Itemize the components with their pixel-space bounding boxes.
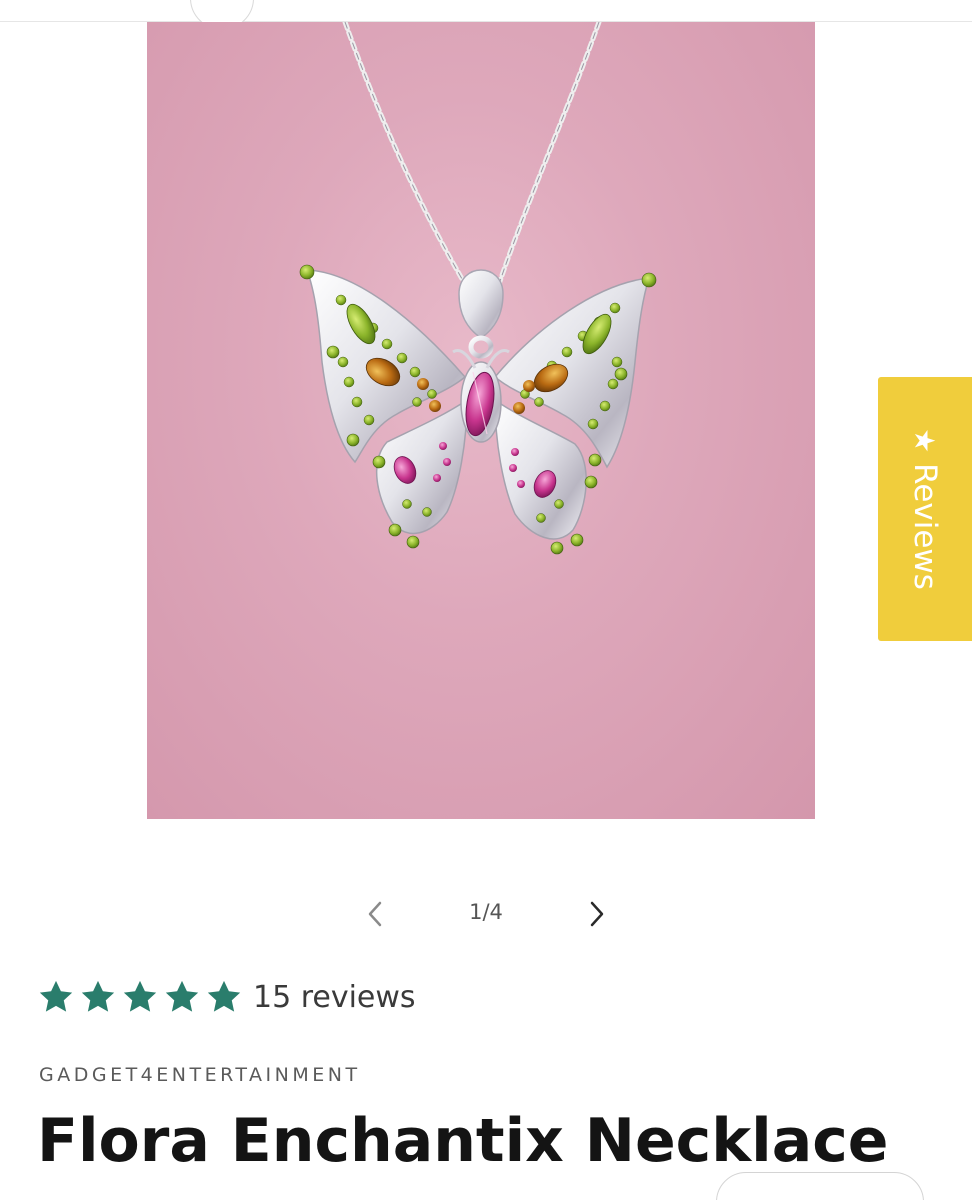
rating-stars [37,978,243,1016]
butterfly-necklace-illustration [299,22,657,555]
review-count-link[interactable]: 15 reviews [253,980,416,1015]
star-icon [207,980,241,1012]
reviews-side-tab[interactable]: ★ Reviews [878,377,972,641]
chevron-right-icon [590,901,604,927]
star-icon [81,980,115,1012]
gallery-slider-controls: 1/4 [352,889,620,939]
product-image[interactable] [147,22,815,819]
product-page: ★ Reviews 1/4 15 reviews GADGET4ENTERTAI… [0,0,972,1200]
slide-counter: 1/4 [469,900,503,924]
next-slide-button[interactable] [574,889,620,939]
product-vendor: GADGET4ENTERTAINMENT [39,1064,361,1086]
star-icon: ★ [908,428,942,454]
previous-slide-button[interactable] [352,889,398,939]
star-icon [39,980,73,1012]
star-icon [123,980,157,1012]
chevron-left-icon [368,901,382,927]
floating-pill-button[interactable] [716,1172,924,1200]
reviews-tab-label: Reviews [907,463,943,590]
star-icon [165,980,199,1012]
product-title: Flora Enchantix Necklace [37,1106,889,1176]
product-rating[interactable]: 15 reviews [37,975,416,1019]
